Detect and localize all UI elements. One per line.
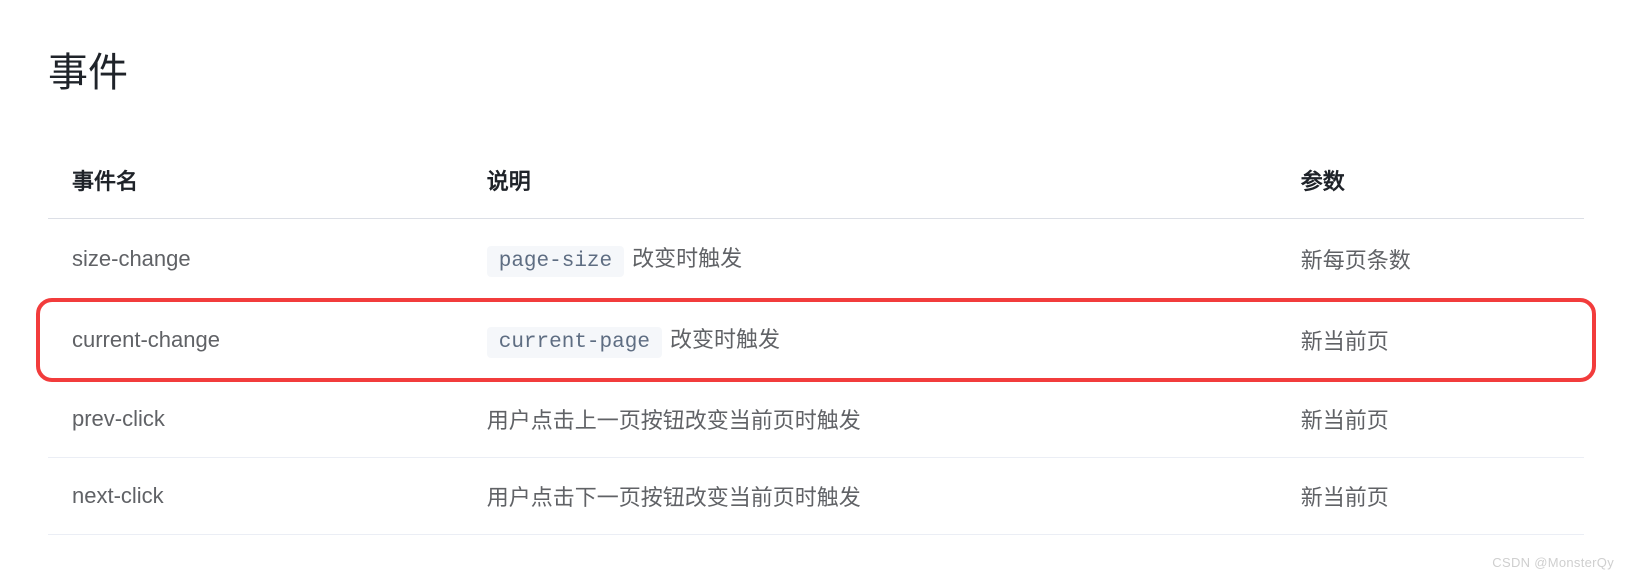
cell-description: 用户点击下一页按钮改变当前页时触发 [463,458,1277,535]
table-body: size-changepage-size改变时触发新每页条数current-ch… [48,219,1584,535]
code-tag: page-size [487,246,624,277]
cell-params: 新当前页 [1277,381,1584,458]
cell-event-name: prev-click [48,381,463,458]
cell-description: current-page 改变时触发 [463,300,1277,381]
section-title: 事件 [48,40,1584,98]
header-event-name: 事件名 [48,146,463,219]
table-row: size-change page-size 改变时触发 新每页条数 [48,219,1584,300]
description-text: 改变时触发 [670,327,780,352]
header-params: 参数 [1277,146,1584,219]
code-tag: current-page [487,327,662,358]
table-row: next-click 用户点击下一页按钮改变当前页时触发 新当前页 [48,458,1584,535]
watermark: CSDN @MonsterQy [1492,555,1614,570]
description-text: 用户点击上一页按钮改变当前页时触发 [487,408,861,433]
cell-description: page-size 改变时触发 [463,219,1277,300]
cell-params: 新当前页 [1277,300,1584,381]
cell-event-name: next-click [48,458,463,535]
table-row: current-change current-page 改变时触发 新当前页 [48,300,1584,381]
description-text: 改变时触发 [632,246,742,271]
table-header-row: 事件名 说明 参数 [48,146,1584,219]
cell-event-name: current-change [48,300,463,381]
cell-event-name: size-change [48,219,463,300]
header-description: 说明 [463,146,1277,219]
cell-params: 新当前页 [1277,458,1584,535]
events-table: 事件名 说明 参数 size-change page-size 改变时触发 新每页条数… [48,146,1584,535]
description-text: 用户点击下一页按钮改变当前页时触发 [487,485,861,510]
cell-description: 用户点击上一页按钮改变当前页时触发 [463,381,1277,458]
cell-params: 新每页条数 [1277,219,1584,300]
table-row: prev-click 用户点击上一页按钮改变当前页时触发 新当前页 [48,381,1584,458]
